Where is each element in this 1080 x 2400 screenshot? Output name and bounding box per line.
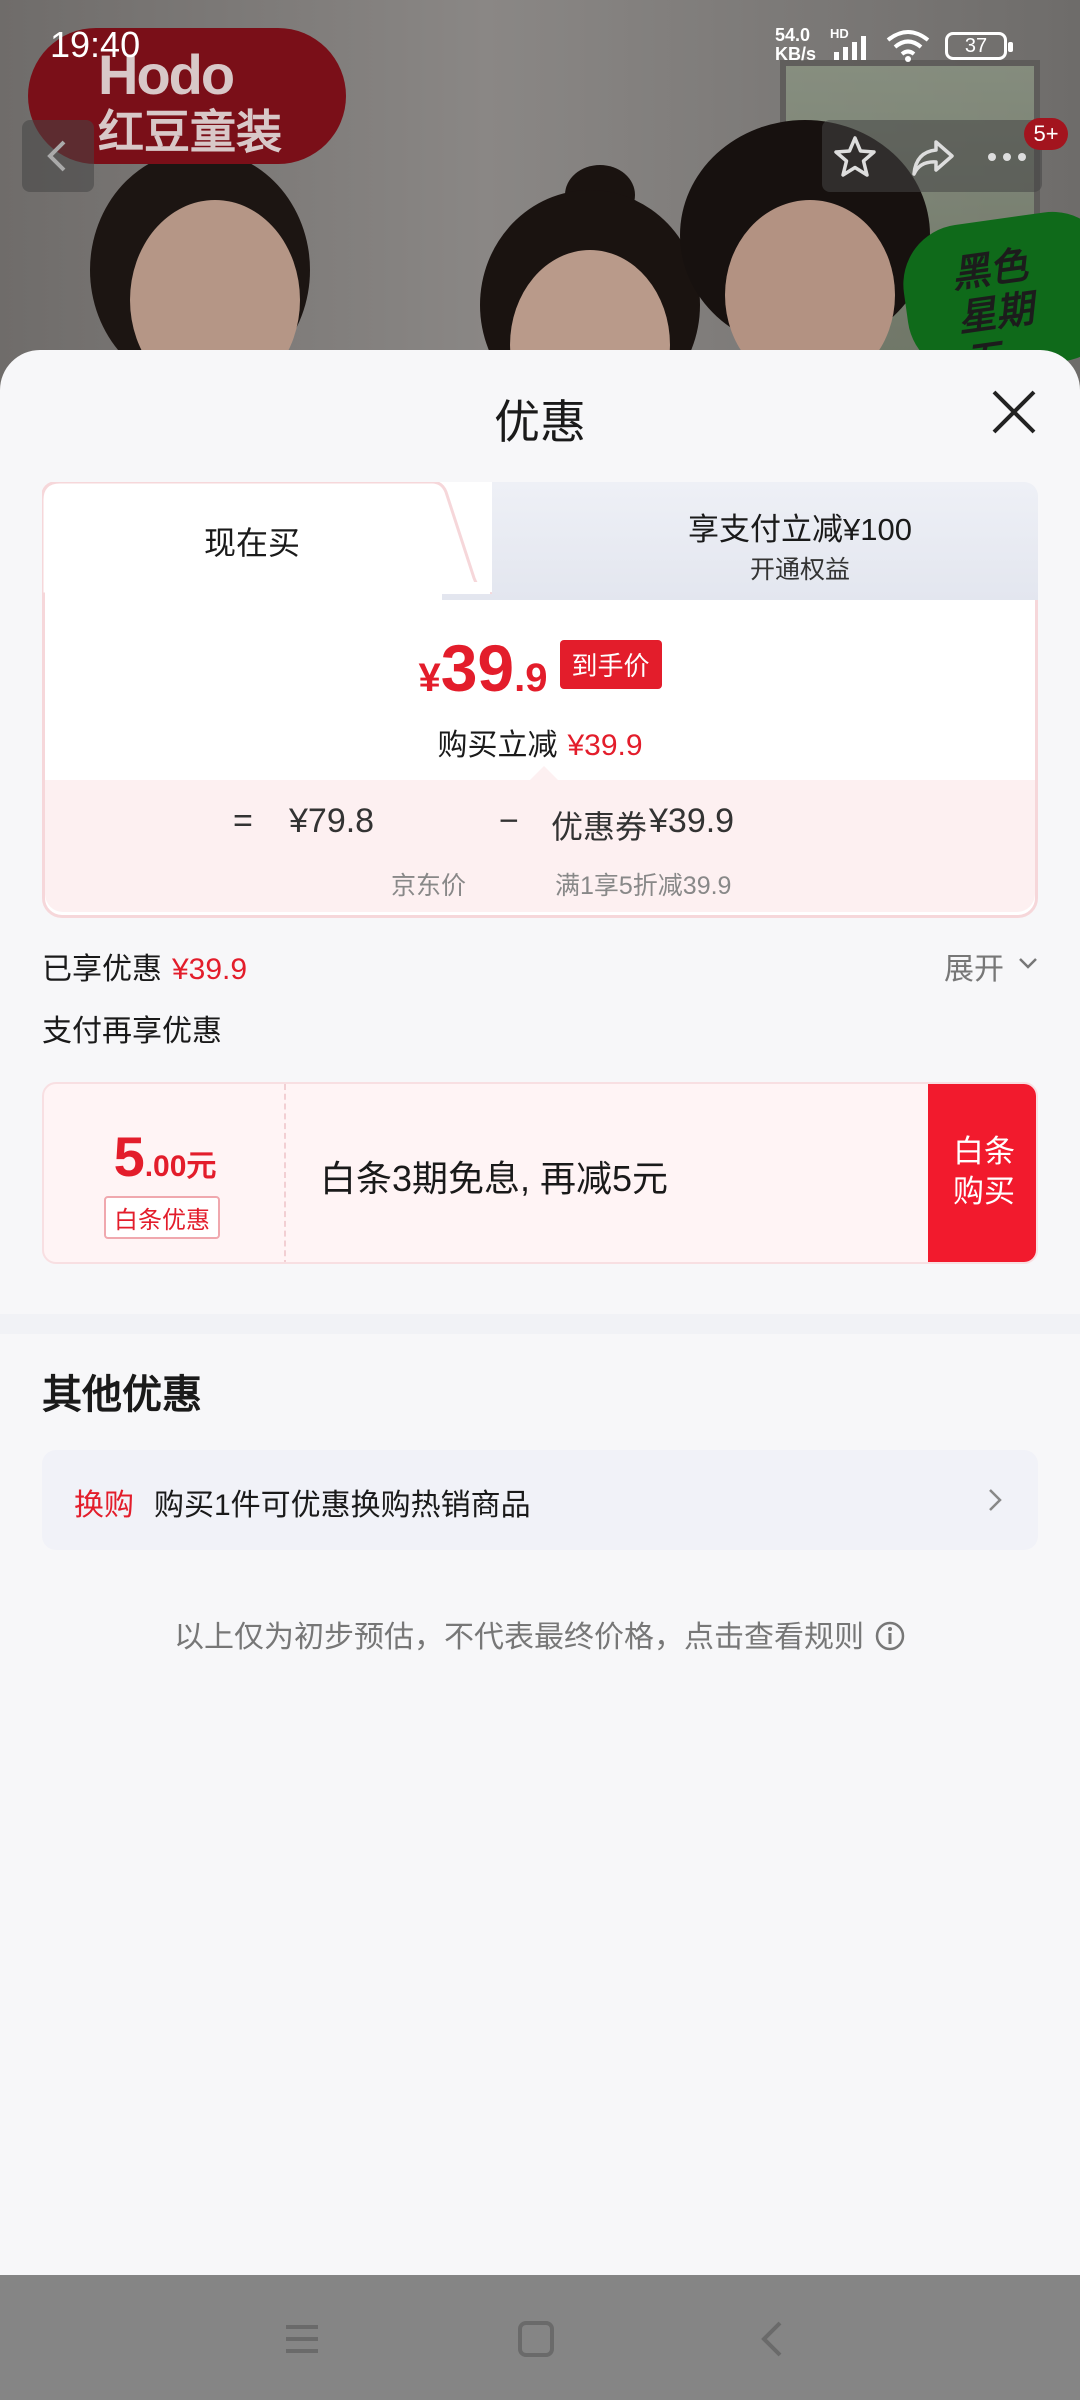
close-icon[interactable] <box>988 386 1040 438</box>
baitiao-buy-line2: 购买 <box>953 1174 1015 1209</box>
back-nav-icon[interactable] <box>750 2317 794 2361</box>
baitiao-buy-line1: 白条 <box>953 1134 1015 1169</box>
price-decimal: .9 <box>514 656 548 700</box>
top-action-bar <box>822 120 1042 192</box>
price-currency: ¥ <box>418 656 441 700</box>
price-integer: 39 <box>440 631 515 705</box>
savings-row: 购买立减 ¥39.9 <box>42 720 1038 764</box>
info-icon[interactable] <box>874 1620 906 1652</box>
section-divider <box>0 1314 1080 1334</box>
coupon-value: ¥39.9 <box>649 802 735 840</box>
notification-badge: 5+ <box>1024 118 1068 150</box>
status-bar: 19:40 54.0 KB/s HD 37 <box>0 0 1080 90</box>
back-button[interactable] <box>22 120 94 192</box>
price-card: 享支付立减¥100 开通权益 现在买 ¥39.9 到手价 购买立减 ¥39.9 = … <box>42 482 1038 918</box>
chevron-left-icon <box>47 140 66 172</box>
brand-logo-chinese: 红豆童装 <box>98 106 282 158</box>
final-price-tag: 到手价 <box>559 640 662 689</box>
discount-sheet: 优惠 享支付立减¥100 开通权益 现在买 ¥39.9 到手价 购买立减 ¥39.9… <box>0 350 1080 2275</box>
network-speed: 54.0 KB/s <box>775 26 816 64</box>
savings-value: ¥39.9 <box>567 729 643 762</box>
swap-offer-row[interactable]: 换购 购买1件可优惠换购热销商品 <box>42 1450 1038 1550</box>
chevron-down-icon[interactable] <box>1018 956 1038 970</box>
final-price: ¥39.9 到手价 <box>42 630 1038 706</box>
wifi-icon <box>886 30 930 62</box>
baitiao-description: 白条3期免息, 再减5元 <box>320 1158 669 1199</box>
enjoyed-discount: 已享优惠 ¥39.9 <box>42 944 247 988</box>
expand-button[interactable]: 展开 <box>944 944 1004 988</box>
status-time: 19:40 <box>50 24 141 65</box>
baitiao-amount-panel: 5.00元 白条优惠 <box>44 1084 286 1262</box>
coupon-description: 满1享5折减39.9 <box>555 872 732 900</box>
signal-icon <box>834 36 866 60</box>
enjoyed-value: ¥39.9 <box>172 953 248 986</box>
base-price-label: 京东价 <box>391 872 467 900</box>
tab-buy-now[interactable]: 现在买 <box>42 482 492 594</box>
coupon-name: 优惠券 <box>551 809 648 845</box>
favorite-star-icon[interactable] <box>832 134 878 180</box>
minus-sign: − <box>499 802 519 840</box>
baitiao-amount-dec: .00元 <box>144 1150 217 1183</box>
share-icon[interactable] <box>910 134 956 180</box>
battery-icon: 37 <box>945 32 1013 60</box>
pay-more-title: 支付再享优惠 <box>42 1015 222 1048</box>
home-icon[interactable] <box>514 2317 558 2361</box>
network-speed-value: 54.0 <box>775 25 811 45</box>
baitiao-tag: 白条优惠 <box>104 1196 220 1239</box>
baitiao-amount: 5.00元 <box>44 1124 286 1189</box>
more-options-icon[interactable] <box>984 134 1030 180</box>
system-navigation-bar <box>0 2275 1080 2400</box>
other-offers-title: 其他优惠 <box>42 1373 202 1417</box>
sheet-title: 优惠 <box>494 396 586 448</box>
swap-text: 购买1件可优惠换购热销商品 <box>154 1489 531 1522</box>
swap-tag: 换购 <box>74 1489 134 1522</box>
breakdown-caret <box>530 766 558 780</box>
baitiao-amount-int: 5 <box>113 1125 145 1188</box>
base-price: ¥79.8 <box>289 802 375 840</box>
network-speed-unit: KB/s <box>775 44 817 64</box>
savings-label: 购买立减 <box>437 729 558 762</box>
tab-buy-now-label: 现在买 <box>203 525 300 561</box>
chevron-right-icon <box>989 1489 1002 1511</box>
tab-pay-discount-sublabel: 开通权益 <box>749 556 850 584</box>
tab-pay-discount[interactable]: 享支付立减¥100 开通权益 <box>442 482 1038 600</box>
baitiao-offer-card: 5.00元 白条优惠 白条3期免息, 再减5元 白条 购买 <box>42 1082 1038 1264</box>
tab-pay-discount-label: 享支付立减¥100 <box>688 512 912 547</box>
price-rules-notice[interactable]: 以上仅为初步预估，不代表最终价格，点击查看规则 <box>0 1612 1080 1656</box>
equals-sign: = <box>233 802 253 840</box>
menu-icon[interactable] <box>280 2317 324 2361</box>
baitiao-buy-button[interactable]: 白条 购买 <box>928 1084 1036 1262</box>
enjoyed-label: 已享优惠 <box>42 953 162 986</box>
notice-text: 以上仅为初步预估，不代表最终价格，点击查看规则 <box>174 1621 864 1654</box>
price-breakdown: = ¥79.8 − 优惠券 ¥39.9 京东价 满1享5折减39.9 <box>45 780 1035 912</box>
